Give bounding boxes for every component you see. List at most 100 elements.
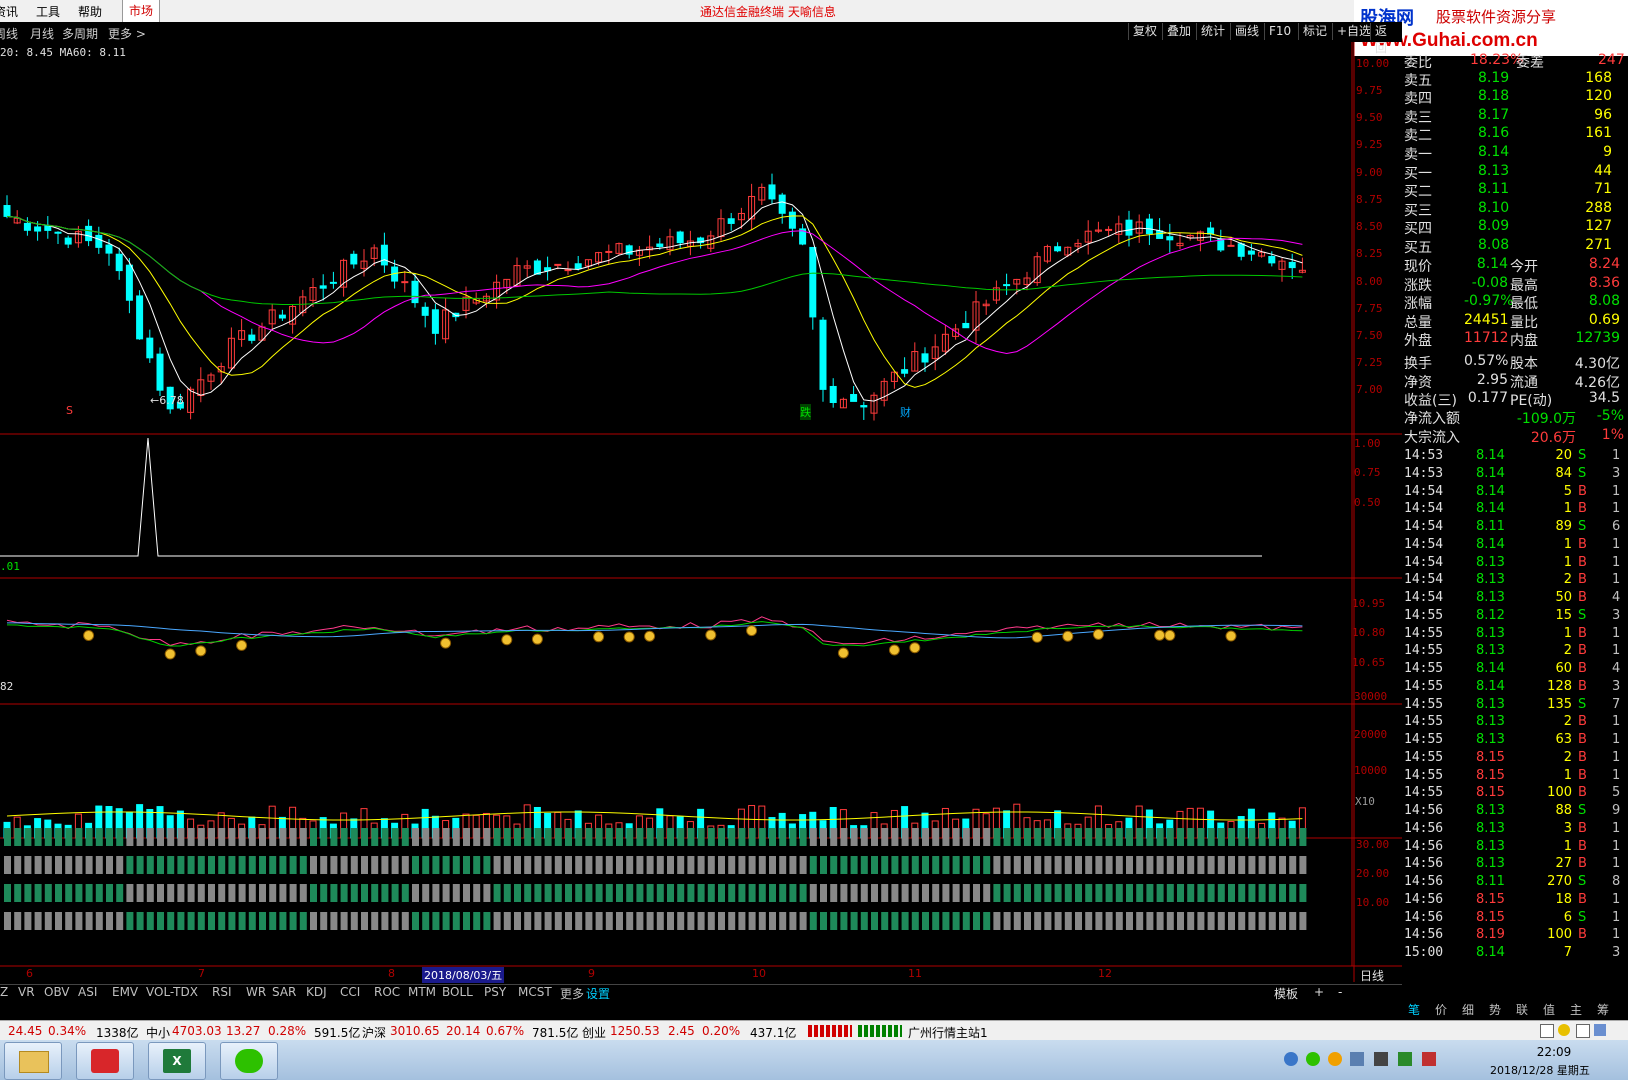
- indicator-tab-14[interactable]: PSY: [484, 985, 506, 999]
- window-icon[interactable]: [1540, 1024, 1554, 1038]
- menu-item-market[interactable]: 市场: [122, 0, 161, 22]
- period-week[interactable]: 周线: [0, 25, 18, 42]
- explorer-taskbar-button[interactable]: [4, 1042, 62, 1080]
- ask-row[interactable]: 卖二 8.16 161: [1402, 125, 1628, 144]
- stats-button[interactable]: 统计: [1196, 23, 1229, 40]
- back-button[interactable]: 返回: [1370, 23, 1402, 55]
- indicator-tab-1[interactable]: VR: [18, 985, 35, 999]
- indicator-tab-16[interactable]: 更多: [560, 985, 584, 1002]
- tick-count: 1: [1612, 501, 1621, 517]
- mark-button[interactable]: 标记: [1298, 23, 1331, 40]
- signal-bar: [65, 828, 73, 846]
- indicator-tab-12[interactable]: MTM: [408, 985, 436, 999]
- period-more[interactable]: 更多 >: [108, 25, 146, 42]
- connection-icon[interactable]: [1594, 1024, 1606, 1036]
- clock-time[interactable]: 22:09: [1514, 1045, 1594, 1059]
- indicator-tab-13[interactable]: BOLL: [442, 985, 473, 999]
- bid-row[interactable]: 买三 8.10 288: [1402, 200, 1628, 219]
- signal-bar: [1289, 856, 1297, 874]
- remove-panel-button[interactable]: -: [1338, 985, 1342, 999]
- signal-bar: [707, 856, 715, 874]
- indicator-tab-8[interactable]: SAR: [272, 985, 296, 999]
- event-mark-s[interactable]: S: [66, 404, 73, 417]
- tick-row: 15:00 8.14 7 3: [1402, 945, 1628, 963]
- clock-date[interactable]: 2018/12/28 星期五: [1490, 1062, 1590, 1078]
- restore-rights-button[interactable]: 复权: [1128, 23, 1161, 40]
- indicator-tab-4[interactable]: EMV: [112, 985, 138, 999]
- period-multi[interactable]: 多周期: [62, 25, 98, 42]
- kline-chart-area[interactable]: 20: 8.45 MA60: 8.11 .01 82 10.00 9.75 9.50…: [0, 42, 1402, 1022]
- indicator-tab-11[interactable]: ROC: [374, 985, 400, 999]
- tray-icon[interactable]: [1398, 1052, 1412, 1066]
- panel-tab-6[interactable]: 主: [1570, 1001, 1582, 1018]
- panel-tab-0[interactable]: 笔: [1408, 1001, 1420, 1018]
- indicator-tab-7[interactable]: WR: [246, 985, 266, 999]
- add-panel-button[interactable]: +: [1314, 985, 1324, 999]
- panel-tab-5[interactable]: 值: [1543, 1001, 1555, 1018]
- indicator-tab-0[interactable]: Z: [0, 985, 8, 999]
- event-mark-fall[interactable]: 跌: [800, 404, 811, 420]
- tray-icon[interactable]: [1284, 1052, 1298, 1066]
- bid-row[interactable]: 买四 8.09 127: [1402, 218, 1628, 237]
- menu-item-help[interactable]: 帮助: [78, 3, 102, 20]
- wechat-taskbar-button[interactable]: [220, 1042, 278, 1080]
- template-button[interactable]: 模板: [1274, 985, 1298, 1002]
- bid-row[interactable]: 买二 8.11 71: [1402, 181, 1628, 200]
- tick-count: 1: [1612, 732, 1621, 747]
- panel-tab-7[interactable]: 筹: [1597, 1001, 1609, 1018]
- indicator-tab-17[interactable]: 设置: [586, 985, 610, 1002]
- excel-taskbar-button[interactable]: X: [148, 1042, 206, 1080]
- signal-bar: [616, 912, 623, 930]
- signal-bar: [381, 828, 389, 846]
- tick-volume: 270: [1547, 874, 1572, 889]
- quote-volume: 96: [1594, 106, 1612, 123]
- indicator-tab-10[interactable]: CCI: [340, 985, 360, 999]
- weicha-label: 委差: [1516, 55, 1544, 71]
- indicator-tab-5[interactable]: VOL-TDX: [146, 985, 198, 999]
- indicator-tab-6[interactable]: RSI: [212, 985, 232, 999]
- signal-bar: [1207, 856, 1215, 874]
- moneybag-icon: [1225, 630, 1237, 642]
- panel-tab-3[interactable]: 势: [1489, 1001, 1501, 1018]
- add-watchlist-button[interactable]: +自选: [1332, 23, 1375, 40]
- server-name[interactable]: 广州行情主站1: [908, 1024, 988, 1041]
- indicator-tab-9[interactable]: KDJ: [306, 985, 327, 999]
- indicator-tab-15[interactable]: MCST: [518, 985, 552, 999]
- ask-row[interactable]: 卖一 8.14 9: [1402, 144, 1628, 163]
- panel-tab-2[interactable]: 细: [1462, 1001, 1474, 1018]
- tray-icon[interactable]: [1306, 1052, 1320, 1066]
- panel-tab-1[interactable]: 价: [1435, 1001, 1447, 1018]
- signal-bar: [106, 856, 113, 874]
- indicator-tab-2[interactable]: OBV: [44, 985, 70, 999]
- volume-icon[interactable]: [1374, 1052, 1388, 1066]
- tick-count: 3: [1612, 945, 1621, 960]
- ask-row[interactable]: 卖四 8.18 120: [1402, 88, 1628, 107]
- overlay-button[interactable]: 叠加: [1162, 23, 1195, 40]
- draw-line-button[interactable]: 画线: [1230, 23, 1263, 40]
- f10-button[interactable]: F10: [1264, 23, 1295, 40]
- network-icon[interactable]: [1350, 1052, 1364, 1066]
- tick-price: 8.14: [1476, 448, 1505, 463]
- signal-bar: [197, 912, 205, 930]
- ask-row[interactable]: 卖五 8.19 168: [1402, 70, 1628, 89]
- signal-bar: [106, 828, 113, 846]
- tdx-taskbar-button[interactable]: [76, 1042, 134, 1080]
- menu-item-tools[interactable]: 工具: [36, 3, 60, 20]
- tray-icon[interactable]: [1422, 1052, 1436, 1066]
- signal-bar: [697, 828, 705, 846]
- bid-row[interactable]: 买一 8.13 44: [1402, 163, 1628, 182]
- signal-bar: [983, 912, 991, 930]
- indicator-tab-3[interactable]: ASI: [78, 985, 97, 999]
- message-icon[interactable]: [1576, 1024, 1590, 1038]
- tick-volume: 20: [1555, 448, 1572, 463]
- event-mark-finance[interactable]: 财: [900, 404, 911, 420]
- alert-icon[interactable]: [1558, 1024, 1570, 1036]
- period-month[interactable]: 月线: [30, 25, 54, 42]
- panel-tab-4[interactable]: 联: [1516, 1001, 1528, 1018]
- ask-row[interactable]: 卖三 8.17 96: [1402, 106, 1628, 126]
- bid-row[interactable]: 买五 8.08 271: [1402, 237, 1628, 256]
- period-label[interactable]: 日线: [1360, 967, 1384, 984]
- menu-item-news[interactable]: 资讯: [0, 3, 18, 20]
- quote-volume: 44: [1594, 163, 1612, 179]
- tray-icon[interactable]: [1328, 1052, 1342, 1066]
